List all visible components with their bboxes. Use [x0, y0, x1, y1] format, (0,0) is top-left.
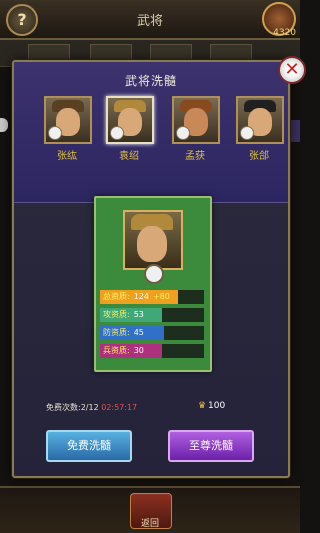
class-icon: [240, 126, 254, 140]
class-icon: [110, 126, 124, 140]
stat-value: 30: [133, 346, 144, 355]
modal-title: 武将洗髓: [124, 74, 177, 88]
stat-label: 攻资质:: [103, 310, 130, 319]
modal-header: 武将洗髓 张纮 袁绍 孟获 张郃: [14, 62, 288, 203]
class-icon: [144, 264, 164, 284]
supreme-refine-button[interactable]: 至尊洗髓: [168, 430, 254, 462]
refine-modal: 武将洗髓 张纮 袁绍 孟获 张郃 ✕ 总资质: 124 +80 攻资质: 53 …: [12, 56, 306, 478]
stat-label: 总资质:: [103, 292, 130, 301]
hero-name: 袁绍: [119, 151, 139, 162]
hero-name: 张纮: [57, 151, 77, 162]
help-button[interactable]: ?: [6, 4, 38, 36]
close-button[interactable]: ✕: [278, 56, 306, 84]
card-portrait: [123, 210, 183, 270]
stat-label: 兵资质:: [103, 346, 130, 355]
screen-title: 武将: [136, 14, 163, 29]
hero-slot-2[interactable]: 孟获: [172, 96, 220, 162]
hero-portrait[interactable]: [236, 96, 284, 144]
hero-slot-1[interactable]: 袁绍: [106, 96, 154, 162]
stat-attack: 攻资质: 53: [100, 308, 204, 322]
hero-name: 孟获: [185, 151, 205, 162]
side-handle[interactable]: [0, 118, 8, 132]
stat-troops: 兵资质: 30: [100, 344, 204, 358]
stat-value: 45: [133, 328, 144, 337]
stat-value: 53: [133, 310, 144, 319]
stat-defense: 防资质: 45: [100, 326, 204, 340]
hero-slot-3[interactable]: 张郃: [236, 96, 284, 162]
free-timer: 02:57:17: [101, 403, 138, 412]
hero-portrait-selected[interactable]: [106, 96, 154, 144]
hero-portrait[interactable]: [172, 96, 220, 144]
crown-icon: ♛: [198, 401, 207, 411]
hero-slot-0[interactable]: 张纮: [44, 96, 92, 162]
crown-cost: 100: [208, 401, 226, 411]
side-tab[interactable]: [290, 120, 300, 142]
stat-bonus: +80: [152, 292, 170, 301]
hero-portrait[interactable]: [44, 96, 92, 144]
hero-card: 总资质: 124 +80 攻资质: 53 防资质: 45 兵资质: 30: [94, 196, 212, 372]
free-count-value: 2/12: [80, 403, 99, 412]
hero-name: 张郃: [249, 151, 269, 162]
class-icon: [176, 126, 190, 140]
gold-count: 4320: [273, 28, 296, 38]
free-refine-button[interactable]: 免费洗髓: [46, 430, 132, 462]
top-bar: 武将: [0, 0, 300, 40]
stat-value: 124: [133, 292, 149, 301]
stat-total: 总资质: 124 +80: [100, 290, 204, 304]
class-icon: [48, 126, 62, 140]
free-count-label: 免费次数:: [46, 403, 81, 412]
free-count: 免费次数:2/12 02:57:17: [46, 402, 137, 413]
back-button-label: 返回: [140, 519, 159, 529]
stat-label: 防资质:: [103, 328, 130, 337]
